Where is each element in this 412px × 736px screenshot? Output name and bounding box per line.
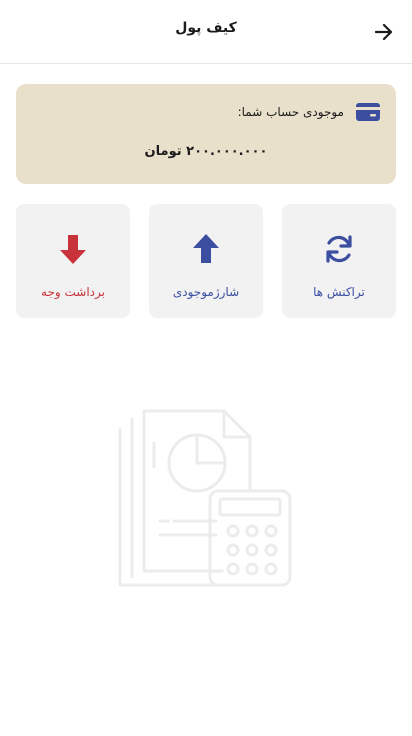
balance-amount: ۲۰۰.۰۰۰.۰۰۰ تومان xyxy=(144,144,268,159)
back-button[interactable] xyxy=(372,20,396,44)
arrow-right-icon xyxy=(374,23,393,41)
transactions-label: تراکنش ها xyxy=(313,285,365,299)
charge-balance-label: شارژموجودی xyxy=(172,285,240,299)
withdraw-label: برداشت وجه xyxy=(41,285,105,299)
balance-card: موجودی حساب شما: ۲۰۰.۰۰۰.۰۰۰ تومان xyxy=(16,84,396,184)
balance-label: موجودی حساب شما: xyxy=(237,105,344,119)
credit-card-icon xyxy=(356,103,380,121)
report-calculator-illustration xyxy=(118,409,292,587)
refresh-icon xyxy=(326,235,352,263)
withdraw-button[interactable]: برداشت وجه xyxy=(16,204,130,318)
app-bar: کیف پول xyxy=(0,0,412,64)
page-title: کیف پول xyxy=(175,20,237,36)
transactions-button[interactable]: تراکنش ها xyxy=(282,204,396,318)
arrow-down-icon xyxy=(60,235,86,264)
arrow-up-icon xyxy=(193,234,219,263)
wallet-screen: کیف پول موجودی حساب شما: ۲۰۰.۰۰۰.۰۰۰ توم… xyxy=(0,0,412,736)
charge-balance-button[interactable]: شارژموجودی xyxy=(149,204,263,318)
